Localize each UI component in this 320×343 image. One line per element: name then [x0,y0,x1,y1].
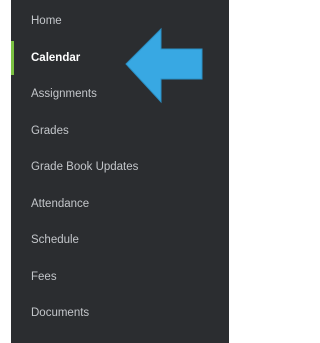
sidebar-item-label: Home [31,15,62,28]
sidebar-item-label: Grades [31,124,69,137]
sidebar-item-label: Fees [31,270,57,283]
sidebar-item-label: Calendar [31,51,81,64]
sidebar-item-grades[interactable]: Grades [11,113,229,150]
sidebar-item-fees[interactable]: Fees [11,259,229,296]
sidebar-item-label: Schedule [31,234,79,247]
left-arrow-icon [125,27,203,104]
sidebar-item-documents[interactable]: Documents [11,295,229,332]
screenshot-frame: Home Calendar Assignments Grades Grade B… [0,0,244,343]
sidebar-item-schedule[interactable]: Schedule [11,222,229,259]
sidebar-item-label: Documents [31,307,90,320]
sidebar-item-attendance[interactable]: Attendance [11,186,229,223]
sidebar-item-label: Attendance [31,197,90,210]
sidebar-item-label: Assignments [31,88,97,101]
sidebar-item-label: Grade Book Updates [31,161,139,174]
sidebar-item-grade-book-updates[interactable]: Grade Book Updates [11,149,229,186]
